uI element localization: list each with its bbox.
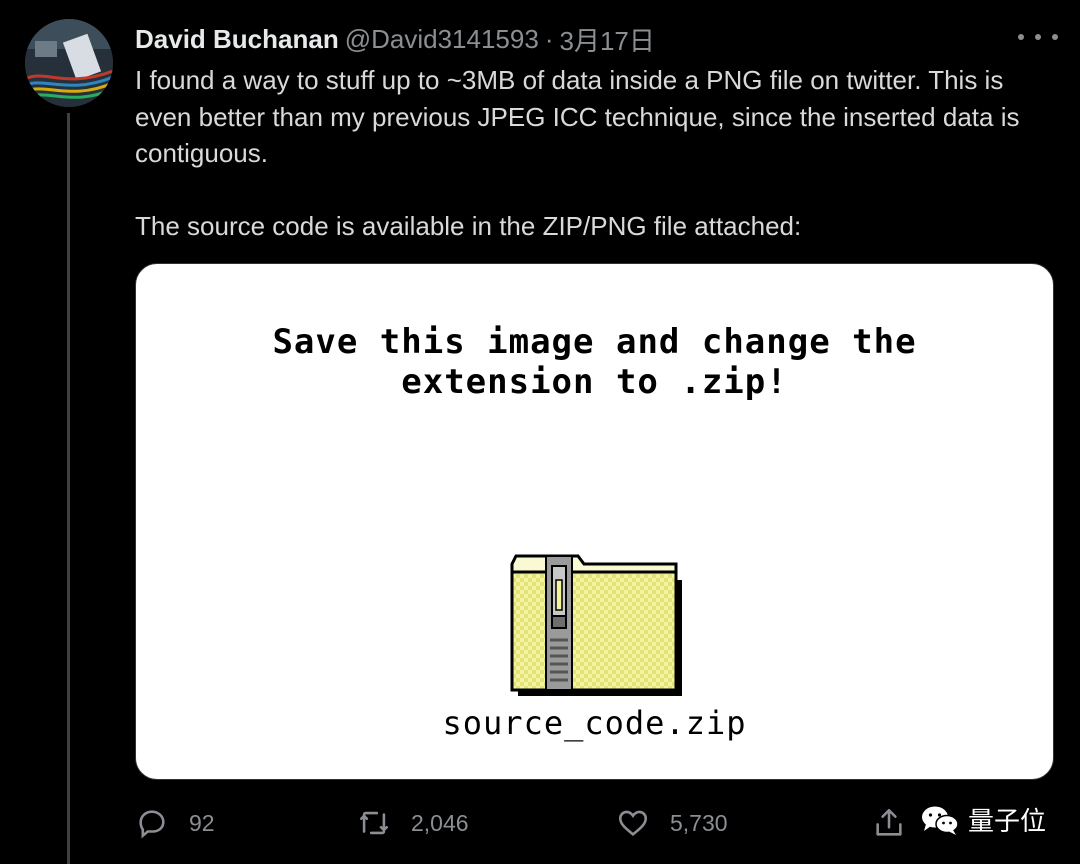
media-caption-line-1: Save this image and change the [272, 322, 917, 362]
media-caption-line-2: extension to .zip! [401, 362, 788, 402]
watermark-text: 量子位 [967, 807, 1046, 837]
heart-icon [618, 810, 648, 836]
zip-folder-icon [510, 554, 682, 696]
tweet-media-image[interactable]: Save this image and change the extension… [135, 263, 1054, 780]
retweet-count: 2,046 [411, 809, 469, 836]
author-handle[interactable]: @David3141593 [345, 24, 539, 55]
share-icon [876, 808, 902, 836]
avatar[interactable] [25, 19, 113, 107]
zip-file-name: source_code.zip [442, 704, 747, 742]
retweet-icon [359, 811, 389, 835]
separator-dot: · [544, 23, 554, 54]
wechat-icon [921, 806, 959, 835]
more-icon[interactable] [1018, 24, 1058, 50]
tweet-header: David Buchanan @David3141593 · 3月17日 [135, 22, 655, 56]
tweet-paragraph-2: The source code is available in the ZIP/… [135, 210, 802, 241]
reply-count: 92 [189, 809, 215, 836]
tweet-paragraph-1: I found a way to stuff up to ~3MB of dat… [135, 65, 1020, 168]
reply-button[interactable]: 92 [135, 800, 215, 846]
share-button[interactable] [872, 800, 906, 846]
retweet-button[interactable]: 2,046 [357, 800, 469, 846]
thread-line [67, 113, 70, 864]
like-button[interactable]: 5,730 [616, 800, 728, 846]
tweet-date[interactable]: 3月17日 [559, 21, 654, 58]
watermark: 量子位 [920, 801, 1046, 838]
reply-icon [139, 810, 165, 839]
tweet-text: I found a way to stuff up to ~3MB of dat… [135, 62, 1060, 244]
like-count: 5,730 [670, 809, 728, 836]
author-name[interactable]: David Buchanan [135, 24, 339, 55]
media-caption: Save this image and change the extension… [136, 322, 1053, 402]
